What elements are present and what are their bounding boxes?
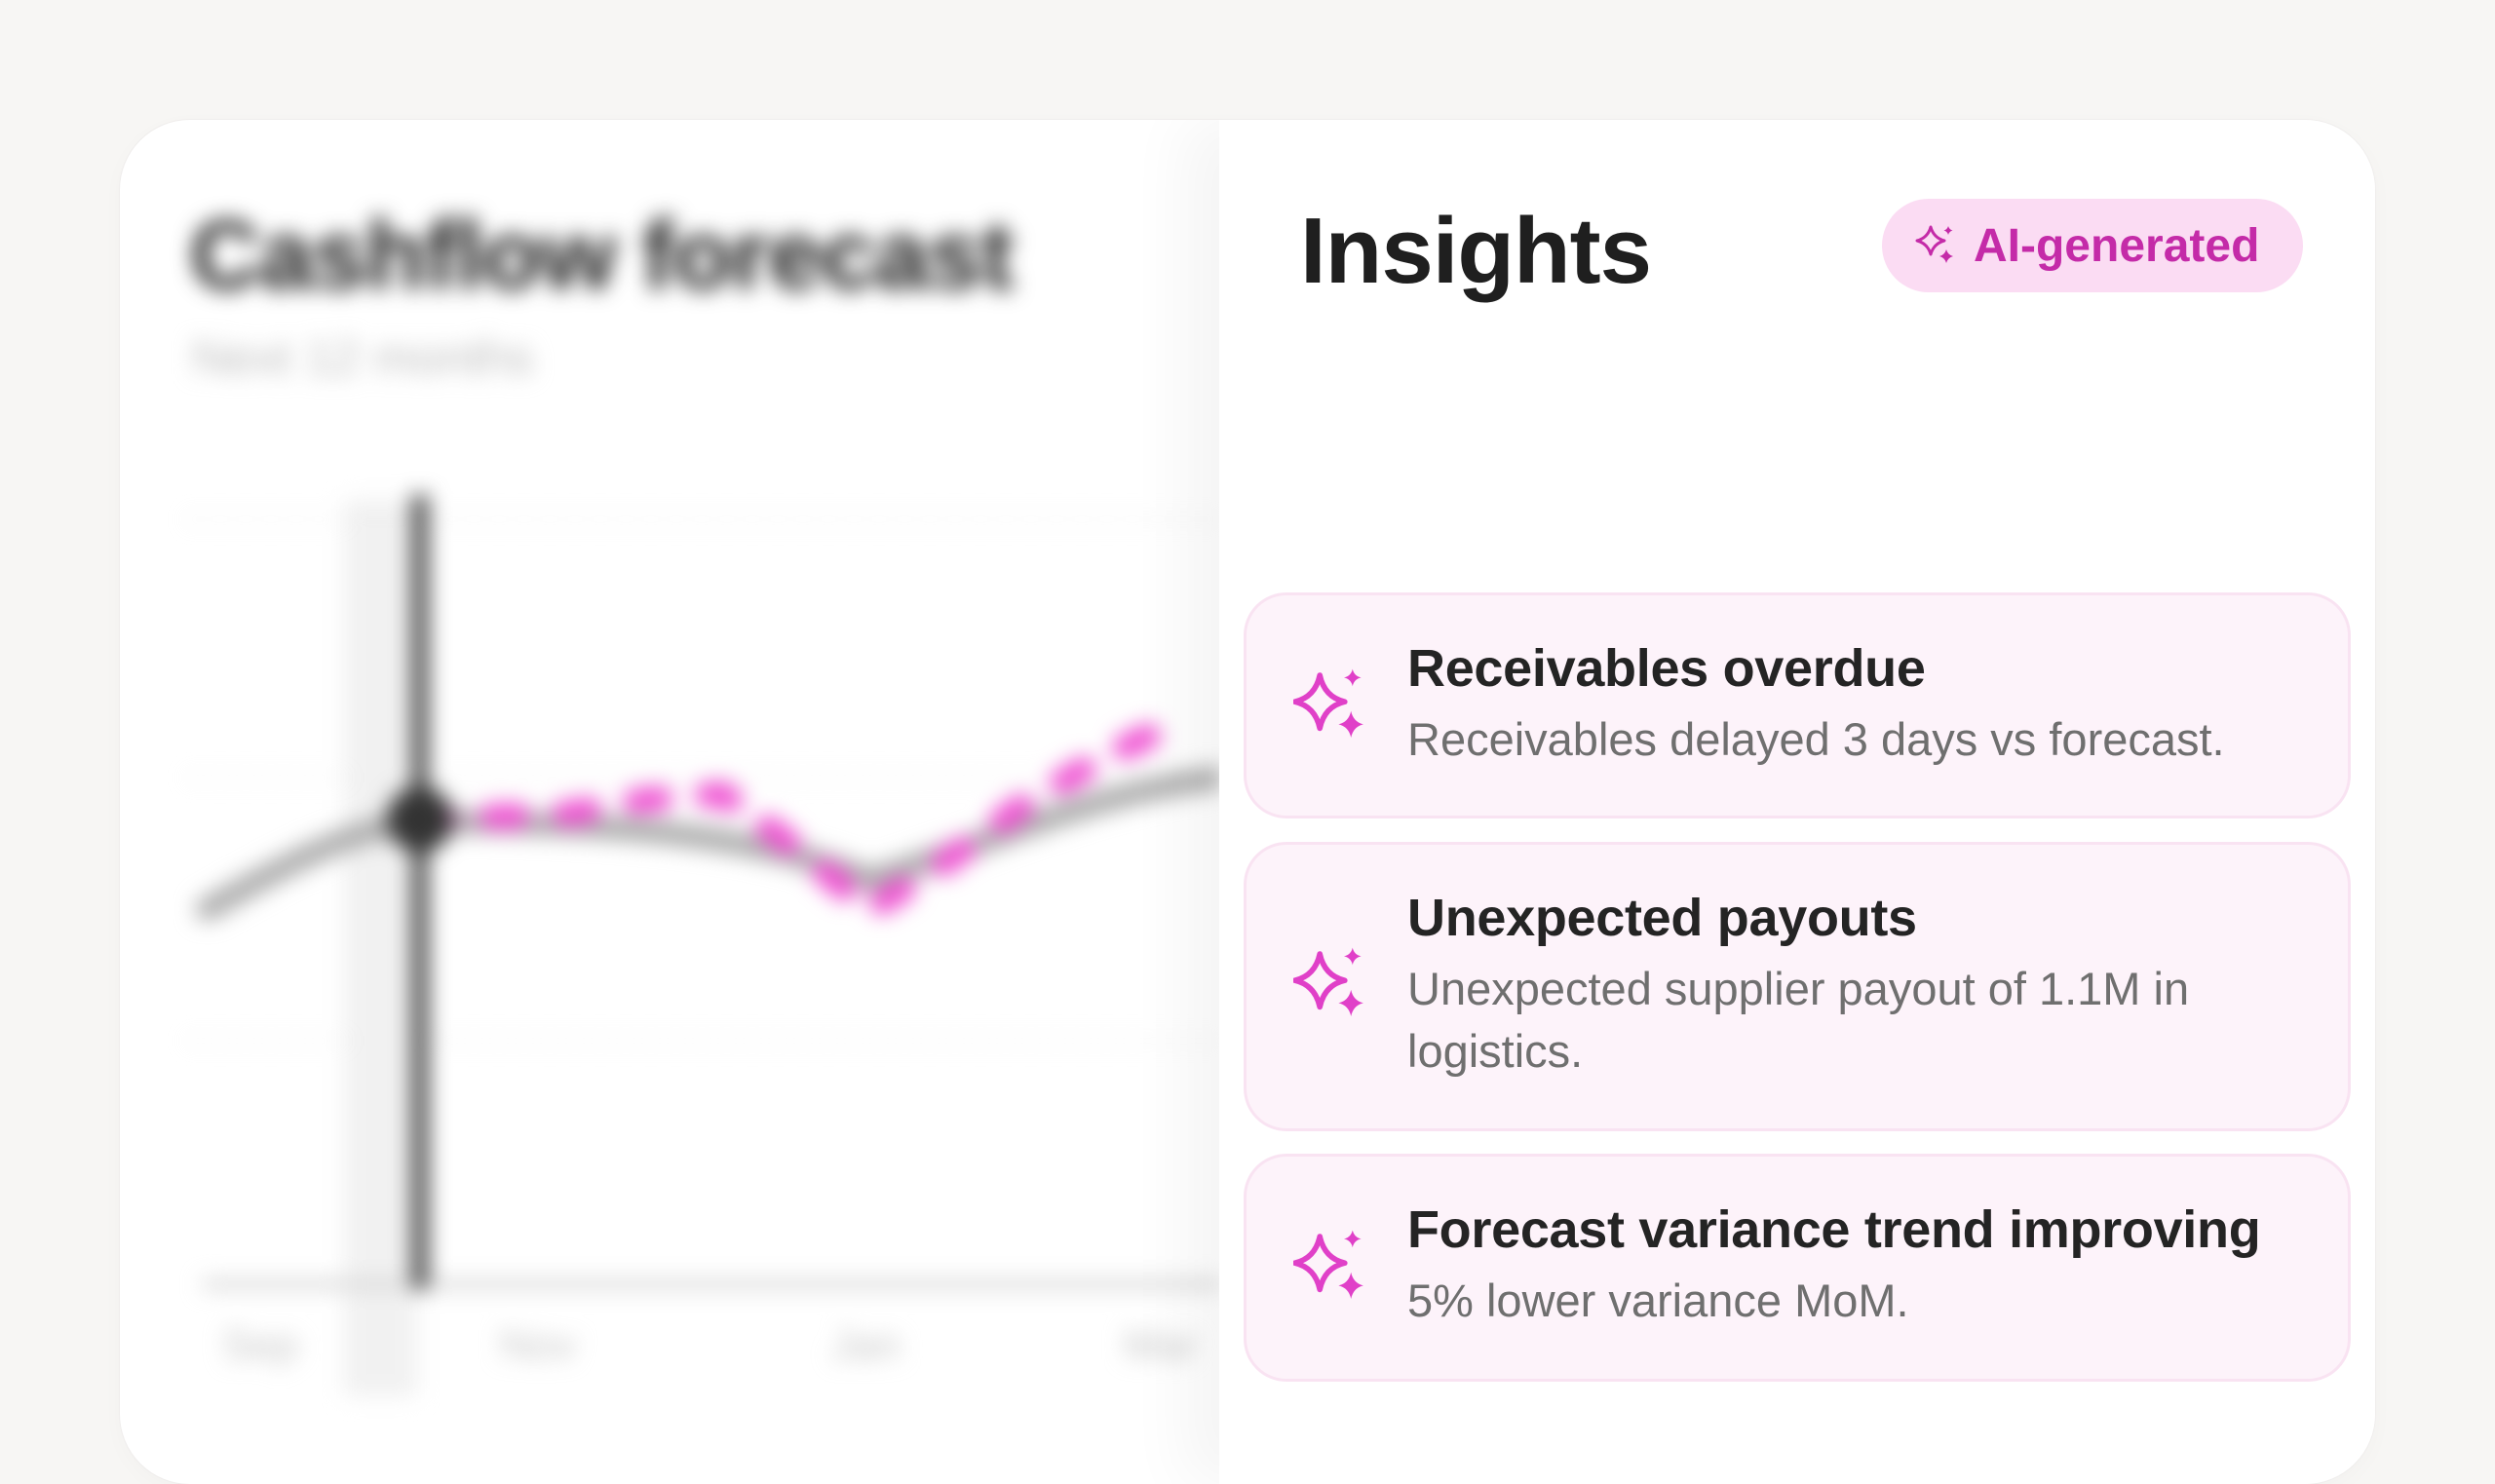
cashflow-card: Cashflow forecast Next 12 months Sep Nov… <box>120 120 2375 1484</box>
sparkles-icon <box>1915 225 1953 263</box>
insight-description: Unexpected supplier payout of 1.1M in lo… <box>1407 963 2190 1077</box>
insight-card-unexpected-payouts[interactable]: Unexpected payouts Unexpected supplier p… <box>1244 842 2351 1131</box>
insight-card-receivables-overdue[interactable]: Receivables overdue Receivables delayed … <box>1244 592 2351 818</box>
ai-badge-label: AI-generated <box>1974 219 2260 272</box>
sparkles-icon <box>1293 947 1363 1016</box>
sparkles-icon <box>1293 1230 1363 1299</box>
insight-card-forecast-variance[interactable]: Forecast variance trend improving 5% low… <box>1244 1154 2351 1382</box>
ai-generated-badge: AI-generated <box>1882 199 2303 292</box>
insight-description: 5% lower variance MoM. <box>1407 1275 1909 1326</box>
insight-title: Receivables overdue <box>1407 639 1926 698</box>
x-tick-label: Sep <box>222 1321 298 1369</box>
cursor-point <box>387 786 453 853</box>
selection-band <box>344 500 417 1396</box>
insights-title: Insights <box>1300 199 1652 303</box>
insight-description: Receivables delayed 3 days vs forecast. <box>1407 713 2225 765</box>
x-tick-label: Nov <box>500 1321 576 1369</box>
sparkles-icon <box>1293 668 1363 738</box>
insight-title: Unexpected payouts <box>1407 889 1917 947</box>
x-tick-label: Mar <box>1124 1321 1198 1369</box>
x-tick-label: Jan <box>831 1321 901 1369</box>
cashflow-chart: Sep Nov Jan Mar <box>188 495 1221 1396</box>
insights-panel: Insights AI-generated Receivables overdu… <box>1219 120 2375 1484</box>
insight-title: Forecast variance trend improving <box>1407 1200 2261 1259</box>
cashflow-chart-panel: Cashflow forecast Next 12 months Sep Nov… <box>120 120 1221 1484</box>
